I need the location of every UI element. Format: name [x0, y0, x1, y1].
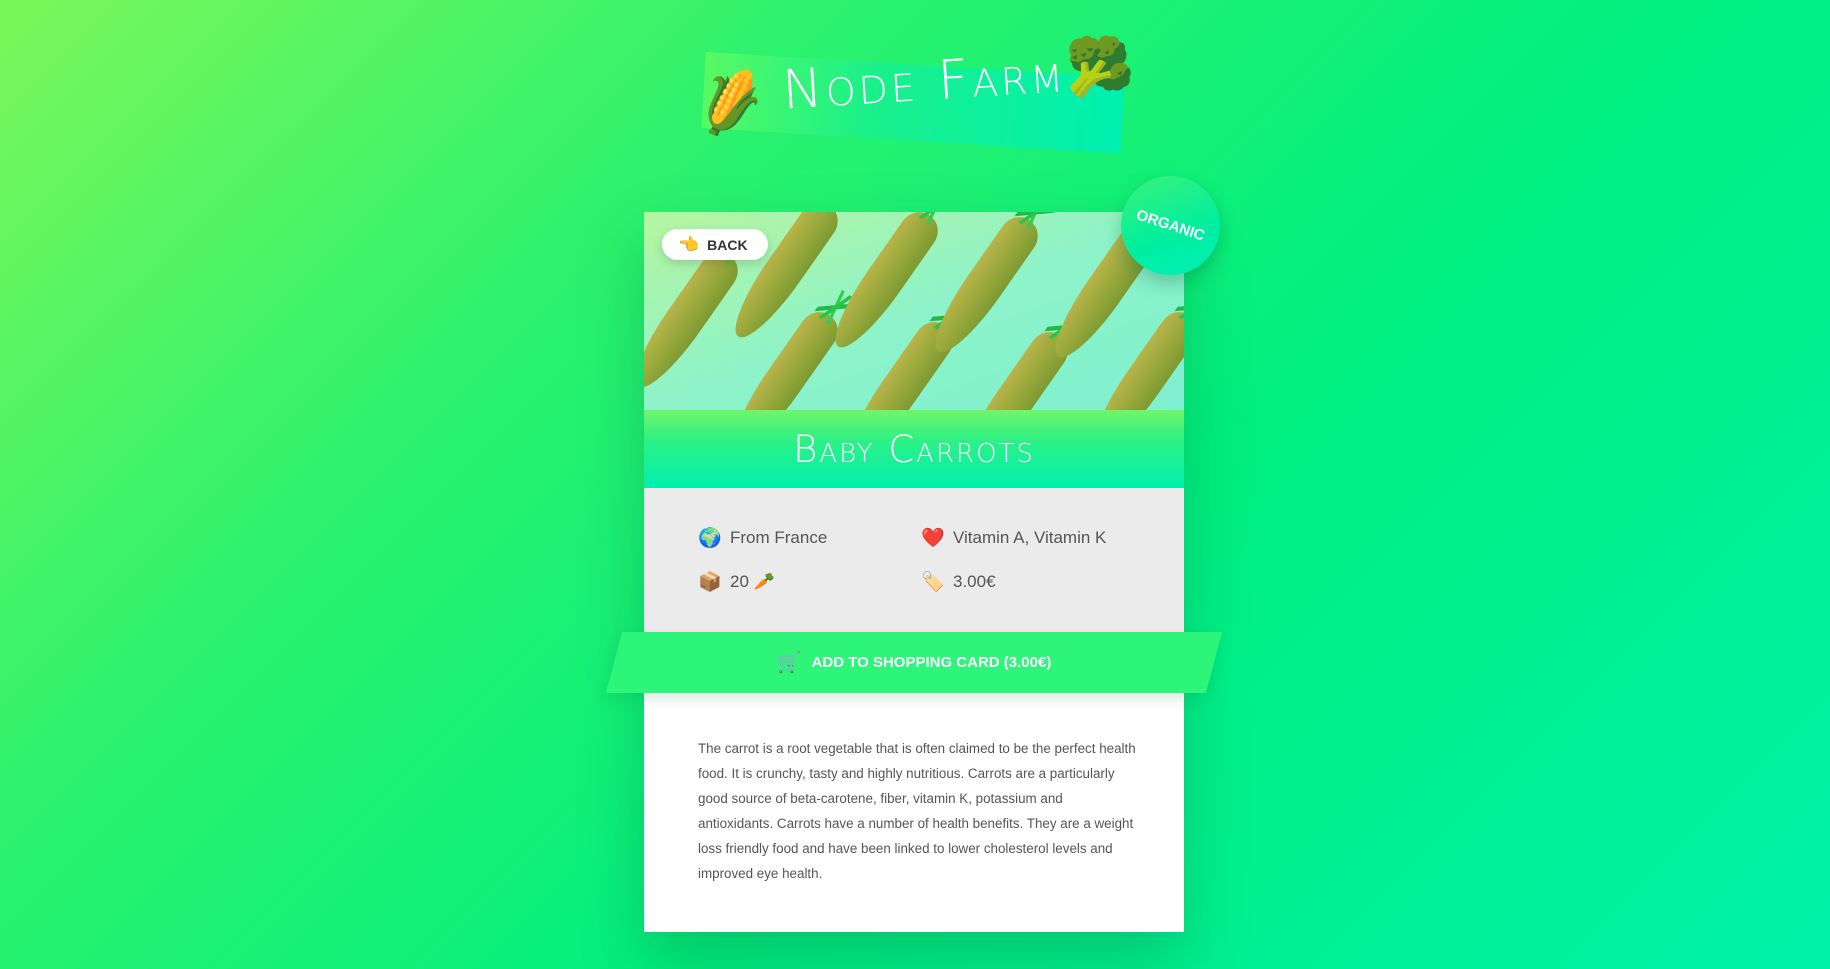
back-label: BACK [707, 236, 748, 253]
carrot-shape [922, 212, 1046, 363]
broccoli-icon: 🥦 [1065, 35, 1135, 98]
add-to-cart-button[interactable]: 🛒 ADD TO SHOPPING CARD (3.00€) [605, 632, 1223, 693]
price-info: 🏷️ 3.00€ [921, 570, 996, 594]
nutrients-text: Vitamin A, Vitamin K [953, 528, 1107, 547]
origin-info: 🌍 From France [698, 526, 827, 550]
site-header: 🌽 Node Farm 🥦 [690, 35, 1135, 154]
title-band: Baby Carrots [644, 410, 1184, 488]
back-button[interactable]: 👈 BACK [662, 229, 768, 260]
product-image: 👈 BACK [644, 212, 1184, 410]
globe-icon: 🌍 [698, 528, 722, 549]
package-icon: 📦 [698, 572, 722, 593]
info-panel: 🌍 From France ❤️ Vitamin A, Vitamin K 📦 … [644, 488, 1184, 644]
organic-badge: ORGANIC [1121, 176, 1220, 275]
product-card: 👈 BACK Baby Carrots 🌍 From France ❤️ Vit… [644, 212, 1184, 932]
price-tag-icon: 🏷️ [921, 572, 945, 593]
quantity-info: 📦 20 🥕 [698, 570, 775, 594]
pointing-left-icon: 👈 [678, 234, 700, 254]
carrot-shape [644, 244, 746, 398]
price-text: 3.00€ [953, 572, 996, 591]
product-description: The carrot is a root vegetable that is o… [698, 741, 1136, 881]
product-name: Baby Carrots [793, 427, 1035, 471]
organic-label: ORGANIC [1134, 206, 1207, 245]
quantity-text: 20 🥕 [730, 572, 775, 591]
origin-text: From France [730, 528, 828, 547]
nutrients-info: ❤️ Vitamin A, Vitamin K [921, 526, 1106, 550]
shopping-cart-icon: 🛒 [776, 652, 802, 674]
heart-icon: ❤️ [921, 528, 945, 549]
add-to-cart-label: ADD TO SHOPPING CARD (3.00€) [811, 654, 1052, 671]
